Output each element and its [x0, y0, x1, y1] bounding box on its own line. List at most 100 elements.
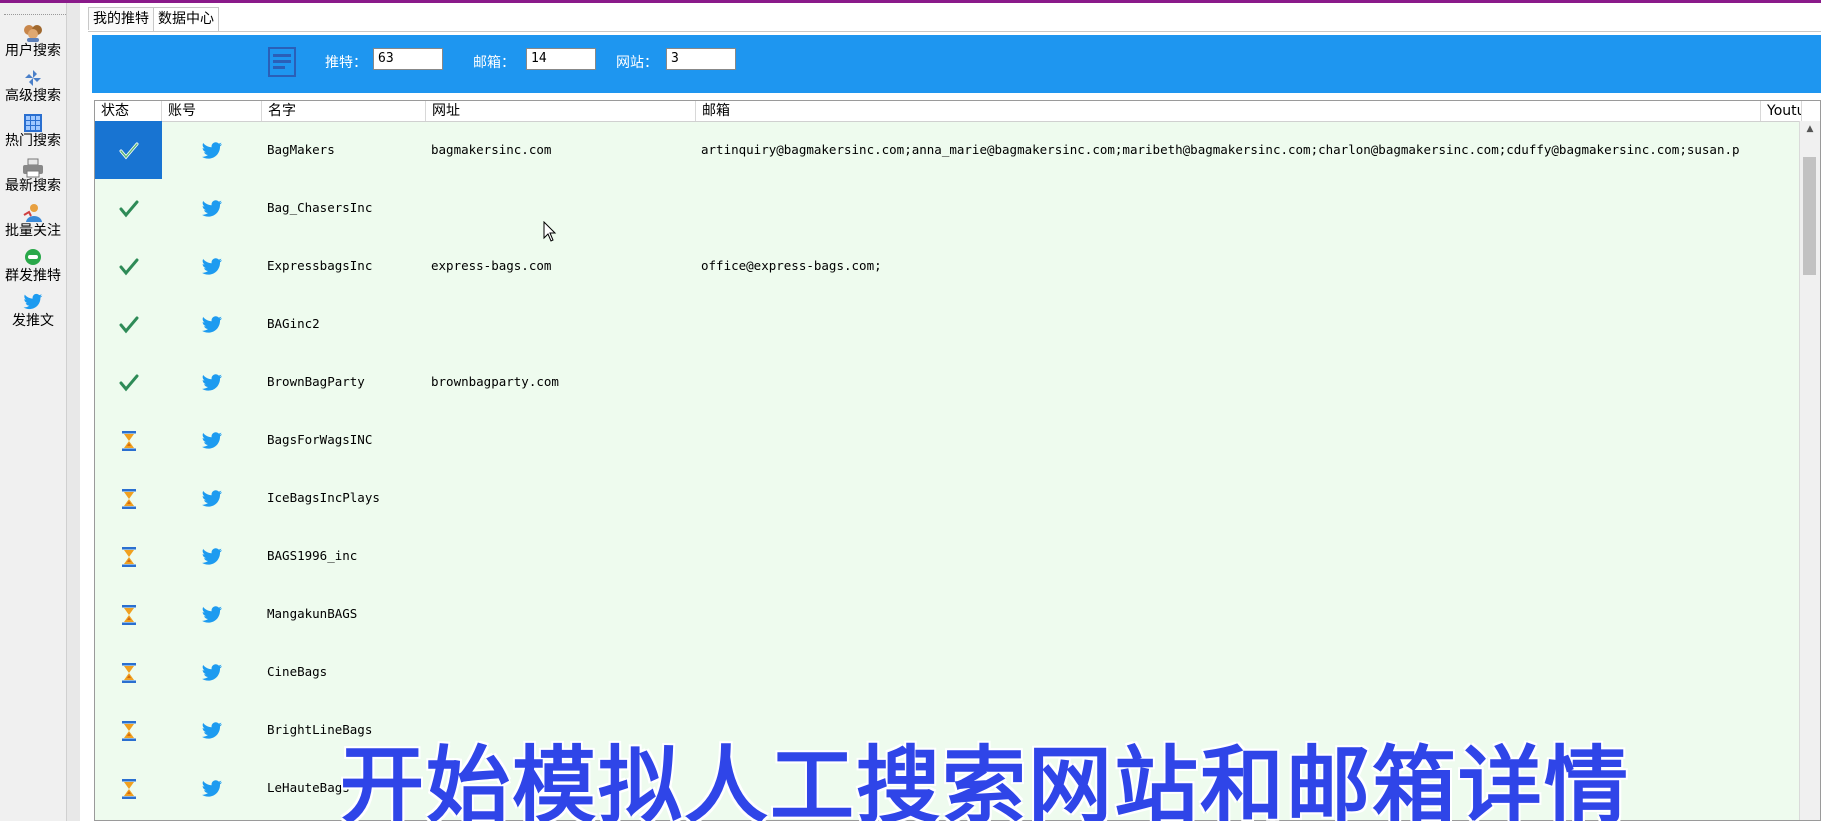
- sidebar-item-mass-tweet[interactable]: 群发推特: [0, 246, 66, 290]
- scroll-up-icon[interactable]: ▲: [1800, 121, 1820, 137]
- video-caption-overlay: 开始模拟人工搜索网站和邮箱详情: [340, 737, 1631, 821]
- email-cell: [696, 585, 1807, 643]
- column-header-url[interactable]: 网址: [426, 101, 696, 121]
- column-header-email[interactable]: 邮箱: [696, 101, 1761, 121]
- column-header-name[interactable]: 名字: [262, 101, 426, 121]
- sidebar-grip: [4, 14, 74, 15]
- document-icon: [268, 47, 296, 77]
- tab-divider: [88, 31, 1821, 32]
- sidebar-item-label: 发推文: [12, 313, 54, 329]
- tab-my-twitter[interactable]: 我的推特: [88, 7, 154, 30]
- name-cell: BrownBagParty: [267, 374, 365, 389]
- twitter-bird-icon[interactable]: [162, 469, 262, 527]
- email-cell: [696, 179, 1807, 237]
- email-cell: office@express-bags.com;: [701, 258, 882, 273]
- website-count-label: 网站：: [616, 55, 658, 71]
- url-cell: [426, 527, 701, 585]
- person-icon: [0, 203, 66, 223]
- column-header-status[interactable]: 状态: [95, 101, 162, 121]
- data-grid: 状态 账号 名字 网址 邮箱 Youtu BagMakers bagmakersi…: [94, 100, 1821, 821]
- table-row[interactable]: BrownBagParty brownbagparty.com: [95, 353, 1802, 411]
- status-pending-hourglass-icon: [95, 527, 162, 585]
- url-cell: [426, 295, 701, 353]
- grid-header: 状态 账号 名字 网址 邮箱 Youtu: [95, 101, 1820, 122]
- status-done-check-icon: [95, 121, 162, 179]
- url-cell: [426, 585, 701, 643]
- sidebar-item-hot-search[interactable]: 热门搜索: [0, 111, 66, 155]
- sidebar-item-advanced-search[interactable]: 高级搜索: [0, 66, 66, 110]
- sidebar-item-label: 最新搜索: [5, 178, 61, 194]
- status-pending-hourglass-icon: [95, 469, 162, 527]
- status-done-check-icon: [95, 179, 162, 237]
- table-row[interactable]: Bag_ChasersInc: [95, 179, 1802, 237]
- sidebar-item-label: 用户搜索: [5, 43, 61, 59]
- twitter-bird-icon[interactable]: [162, 237, 262, 295]
- twitter-bird-icon[interactable]: [162, 295, 262, 353]
- url-cell: [426, 469, 701, 527]
- name-cell: MangakunBAGS: [267, 606, 358, 621]
- name-cell: BAGinc2: [267, 316, 320, 331]
- url-cell: brownbagparty.com: [431, 374, 559, 389]
- twitter-bird-icon[interactable]: [162, 585, 262, 643]
- sidebar-item-label: 高级搜索: [5, 88, 61, 104]
- mouse-cursor-icon: [543, 220, 557, 243]
- grid-icon: [0, 113, 66, 133]
- sidebar-item-batch-follow[interactable]: 批量关注: [0, 201, 66, 245]
- stats-toolbar: 推特： 63 邮箱： 14 网站： 3: [92, 35, 1821, 93]
- email-cell: [696, 527, 1807, 585]
- email-cell: artinquiry@bagmakersinc.com;anna_marie@b…: [701, 142, 1740, 157]
- pinwheel-icon: [0, 68, 66, 88]
- url-cell: [426, 411, 701, 469]
- name-cell: IceBagsIncPlays: [267, 490, 380, 505]
- sidebar-item-label: 热门搜索: [5, 133, 61, 149]
- sidebar-splitter[interactable]: [66, 3, 80, 821]
- status-done-check-icon: [95, 353, 162, 411]
- table-row[interactable]: IceBagsIncPlays: [95, 469, 1802, 527]
- sidebar-item-user-search[interactable]: 用户搜索: [0, 21, 66, 65]
- email-cell: [696, 411, 1807, 469]
- twitter-count-field[interactable]: 63: [373, 48, 443, 70]
- users-icon: [0, 23, 66, 43]
- window-top-border: [0, 0, 1821, 3]
- table-row[interactable]: ExpressbagsInc express-bags.com office@exp…: [95, 237, 1802, 295]
- email-cell: [696, 469, 1807, 527]
- url-cell: express-bags.com: [431, 258, 552, 273]
- scroll-thumb[interactable]: [1803, 157, 1816, 275]
- twitter-bird-icon[interactable]: [162, 527, 262, 585]
- sidebar-item-label: 批量关注: [5, 223, 61, 239]
- email-count-field[interactable]: 14: [526, 48, 596, 70]
- table-row[interactable]: BAGinc2: [95, 295, 1802, 353]
- status-pending-hourglass-icon: [95, 411, 162, 469]
- tab-bar: 我的推特 数据中心: [88, 7, 219, 32]
- website-count-field[interactable]: 3: [666, 48, 736, 70]
- table-row[interactable]: BagMakers bagmakersinc.com artinquiry@bagm…: [95, 121, 1802, 179]
- url-cell: bagmakersinc.com: [431, 142, 552, 157]
- sidebar-item-latest-search[interactable]: 最新搜索: [0, 156, 66, 200]
- email-cell: [696, 643, 1807, 701]
- url-cell: [426, 643, 701, 701]
- table-row[interactable]: BAGS1996_inc: [95, 527, 1802, 585]
- twitter-bird-icon[interactable]: [162, 353, 262, 411]
- status-done-check-icon: [95, 295, 162, 353]
- twitter-bird-icon[interactable]: [162, 643, 262, 701]
- vertical-scrollbar[interactable]: ▲: [1799, 121, 1820, 820]
- table-row[interactable]: BagsForWagsINC: [95, 411, 1802, 469]
- table-row[interactable]: CineBags: [95, 643, 1802, 701]
- email-cell: [696, 295, 1807, 353]
- twitter-bird-icon: [0, 293, 66, 313]
- twitter-bird-icon[interactable]: [162, 759, 262, 817]
- column-header-account[interactable]: 账号: [162, 101, 262, 121]
- email-cell: [696, 353, 1807, 411]
- twitter-bird-icon[interactable]: [162, 179, 262, 237]
- twitter-bird-icon[interactable]: [162, 411, 262, 469]
- column-header-youtube[interactable]: Youtu: [1761, 101, 1802, 121]
- status-pending-hourglass-icon: [95, 585, 162, 643]
- tab-data-center[interactable]: 数据中心: [153, 7, 219, 32]
- name-cell: BAGS1996_inc: [267, 548, 358, 563]
- twitter-bird-icon[interactable]: [162, 701, 262, 759]
- sidebar-item-post-tweet[interactable]: 发推文: [0, 291, 66, 335]
- table-row[interactable]: MangakunBAGS: [95, 585, 1802, 643]
- twitter-bird-icon[interactable]: [162, 121, 262, 179]
- name-cell: ExpressbagsInc: [267, 258, 373, 273]
- chat-bubble-icon: [0, 248, 66, 268]
